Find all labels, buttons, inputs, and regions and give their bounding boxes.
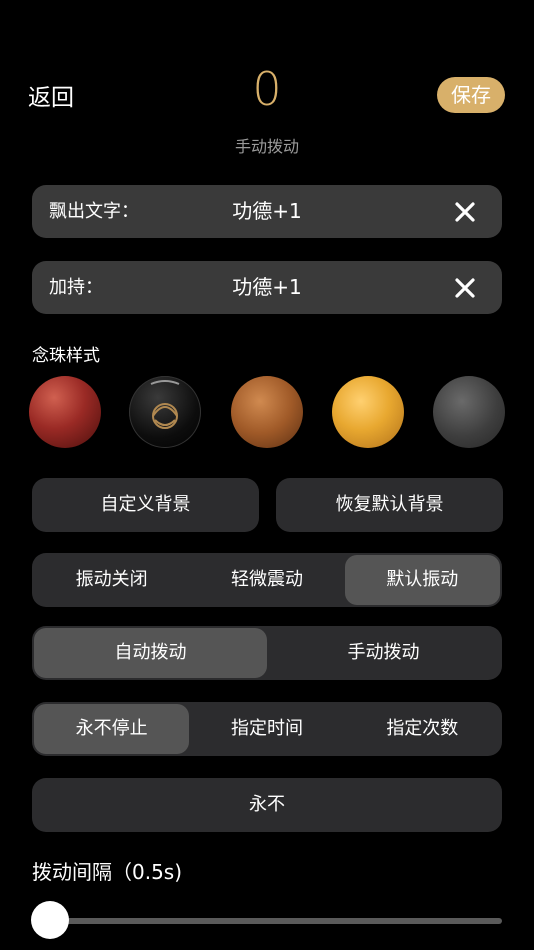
vibration-segmented-control[interactable]: 振动关闭 轻微震动 默认振动: [32, 553, 502, 607]
ornament-icon: [150, 380, 180, 429]
save-button[interactable]: 保存: [437, 77, 505, 113]
close-icon[interactable]: [454, 277, 476, 299]
bead-black-obsidian[interactable]: [129, 376, 201, 448]
timed-stop-option[interactable]: 指定时间: [189, 704, 344, 754]
vibration-light-option[interactable]: 轻微震动: [189, 555, 344, 605]
vibration-default-option[interactable]: 默认振动: [344, 555, 500, 605]
restore-background-button[interactable]: 恢复默认背景: [276, 478, 503, 532]
float-text-value[interactable]: 功德+1: [32, 185, 502, 238]
bead-red-sandalwood[interactable]: [29, 376, 101, 448]
bead-amber[interactable]: [332, 376, 404, 448]
stop-value-selector[interactable]: 永不: [32, 778, 502, 832]
bead-bodhi-seed[interactable]: [231, 376, 303, 448]
interval-slider-thumb[interactable]: [31, 901, 69, 939]
custom-background-button[interactable]: 自定义背景: [32, 478, 259, 532]
count-stop-option[interactable]: 指定次数: [345, 704, 500, 754]
bead-grey-stone[interactable]: [433, 376, 505, 448]
float-text-field[interactable]: 飘出文字： 功德+1: [32, 185, 502, 238]
blessing-field[interactable]: 加持： 功德+1: [32, 261, 502, 314]
stop-mode-segmented-control[interactable]: 永不停止 指定时间 指定次数: [32, 702, 502, 756]
vibration-off-option[interactable]: 振动关闭: [34, 555, 189, 605]
bead-style-title: 念珠样式: [32, 346, 100, 366]
auto-spin-option[interactable]: 自动拨动: [34, 628, 267, 678]
spin-mode-segmented-control[interactable]: 自动拨动 手动拨动: [32, 626, 502, 680]
never-stop-option[interactable]: 永不停止: [34, 704, 190, 754]
mode-label: 手动拨动: [234, 137, 299, 156]
manual-spin-option[interactable]: 手动拨动: [267, 628, 500, 678]
blessing-value[interactable]: 功德+1: [32, 261, 502, 314]
interval-slider-track[interactable]: [44, 918, 502, 924]
interval-label: 拨动间隔（0.5s): [32, 860, 183, 884]
close-icon[interactable]: [454, 201, 476, 223]
